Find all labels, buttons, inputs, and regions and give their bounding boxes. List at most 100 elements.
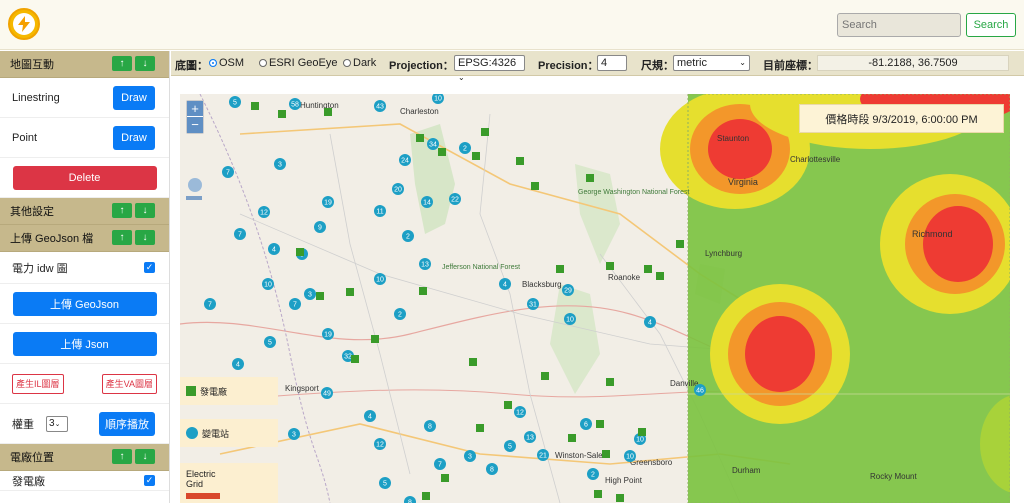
power-plant-marker[interactable] [504,401,512,409]
place-label: Kingsport [285,384,320,393]
place-label: Durham [732,466,761,475]
current-coord-label: 目前座標： [763,60,818,72]
cluster-count-label: 4 [368,414,372,421]
power-plant-marker[interactable] [556,265,564,273]
cluster-count-label: 34 [429,142,437,149]
legend-label: 變電站 [202,428,230,439]
zoom-slider-thumb[interactable] [188,178,202,192]
section-map-interaction[interactable]: 地圖互動 ↑ ↓ [0,51,169,78]
map-layer: Huntington Charleston Staunton Charlotte… [180,94,1010,503]
draw-linestring-button[interactable]: Draw [113,85,155,110]
arrow-down-icon[interactable]: ↓ [135,56,155,71]
power-idw-label: 電力 idw 圖 [12,262,68,275]
power-plant-marker[interactable] [351,355,359,363]
power-plant-marker[interactable] [422,492,430,500]
zoom-slider[interactable] [186,178,204,202]
place-label: Huntington [300,101,339,110]
chevron-down-icon: ⌄ [458,73,465,82]
arrow-up-icon[interactable]: ↑ [112,56,132,71]
power-plant-marker[interactable] [472,152,480,160]
power-plant-marker[interactable] [616,494,624,502]
cluster-count-label: 19 [324,200,332,207]
point-row: Point Draw [0,118,169,158]
search-button[interactable]: Search [966,13,1016,37]
basemap-option-label: OSM [219,57,245,69]
power-plant-marker[interactable] [644,265,652,273]
power-idw-checkbox[interactable]: ✓ [144,262,155,273]
radio-selected-icon [209,59,217,67]
power-plant-marker[interactable] [346,288,354,296]
power-plant-marker[interactable] [586,174,594,182]
cluster-count-label: 4 [272,247,276,254]
power-plant-marker[interactable] [606,378,614,386]
generate-il-layer-button[interactable]: 產生IL圖層 [12,373,64,394]
search-input[interactable] [837,13,961,37]
power-plant-marker[interactable] [602,450,610,458]
cluster-count-label: 5 [508,444,512,451]
delete-button[interactable]: Delete [12,165,157,190]
upload-json-button[interactable]: 上傳 Json [12,331,157,356]
cluster-count-label: 10 [434,96,442,103]
sequential-play-button[interactable]: 順序播放 [99,411,155,436]
power-plant-marker[interactable] [638,428,646,436]
section-title: 其他設定 [10,206,54,218]
power-plant-marker[interactable] [516,157,524,165]
power-plant-marker[interactable] [371,335,379,343]
cluster-count-label: 11 [376,209,383,216]
projection-select[interactable]: EPSG:4326 ⌄ [454,55,525,82]
power-plant-marker[interactable] [324,108,332,116]
upload-geojson-button[interactable]: 上傳 GeoJson [12,291,157,316]
cluster-count-label: 2 [591,472,595,479]
map-canvas[interactable]: Huntington Charleston Staunton Charlotte… [180,94,1010,503]
precision-input[interactable]: 4 [597,55,627,71]
power-plant-marker[interactable] [278,110,286,118]
power-plant-marker[interactable] [296,248,304,256]
power-plant-marker[interactable] [676,240,684,248]
power-plant-marker[interactable] [469,358,477,366]
scale-select[interactable]: metric ⌄ [673,55,750,71]
power-plant-marker[interactable] [419,287,427,295]
power-plant-marker[interactable] [568,434,576,442]
power-plant-marker[interactable] [416,134,424,142]
power-plant-marker[interactable] [656,272,664,280]
cluster-count-label: 10 [376,277,384,284]
power-plant-marker[interactable] [438,148,446,156]
cluster-count-label: 7 [438,462,442,469]
basemap-osm-option[interactable]: OSM [209,57,244,69]
power-plant-marker[interactable] [594,490,602,498]
section-upload-geojson[interactable]: 上傳 GeoJson 檔 ↑ ↓ [0,225,169,252]
generate-va-layer-button[interactable]: 產生VA圖層 [101,373,157,394]
power-plant-marker[interactable] [316,292,324,300]
power-plant-icon [186,386,196,396]
draw-point-button[interactable]: Draw [113,125,155,150]
section-other-settings[interactable]: 其他設定 ↑ ↓ [0,198,169,225]
cluster-count-label: 43 [376,104,384,111]
cluster-count-label: 3 [292,432,296,439]
arrow-up-icon[interactable]: ↑ [112,230,132,245]
cluster-count-label: 20 [394,187,402,194]
power-plant-marker[interactable] [541,372,549,380]
power-plant-marker[interactable] [476,424,484,432]
arrow-up-icon[interactable]: ↑ [112,449,132,464]
arrow-down-icon[interactable]: ↓ [135,203,155,218]
power-plant-marker[interactable] [596,420,604,428]
basemap-dark-option[interactable]: Dark [343,57,376,69]
arrow-down-icon[interactable]: ↓ [135,449,155,464]
power-plant-checkbox[interactable]: ✓ [144,475,155,486]
arrow-down-icon[interactable]: ↓ [135,230,155,245]
basemap-esri-option[interactable]: ESRI GeoEye [259,57,337,69]
section-plant-location[interactable]: 電廠位置 ↑ ↓ [0,444,169,471]
time-period-box: 價格時段 9/3/2019, 6:00:00 PM [799,104,1004,133]
power-plant-marker[interactable] [481,128,489,136]
scale-value: metric [677,57,707,69]
power-plant-marker[interactable] [251,102,259,110]
cluster-count-label: 2 [406,234,410,241]
arrow-up-icon[interactable]: ↑ [112,203,132,218]
place-label: Roanoke [608,273,641,282]
weight-select[interactable]: 3⌄ [46,415,68,432]
power-plant-marker[interactable] [441,474,449,482]
power-plant-marker[interactable] [531,182,539,190]
power-plant-marker[interactable] [606,262,614,270]
zoom-in-button[interactable]: + [187,101,203,117]
zoom-out-button[interactable]: − [187,117,203,133]
